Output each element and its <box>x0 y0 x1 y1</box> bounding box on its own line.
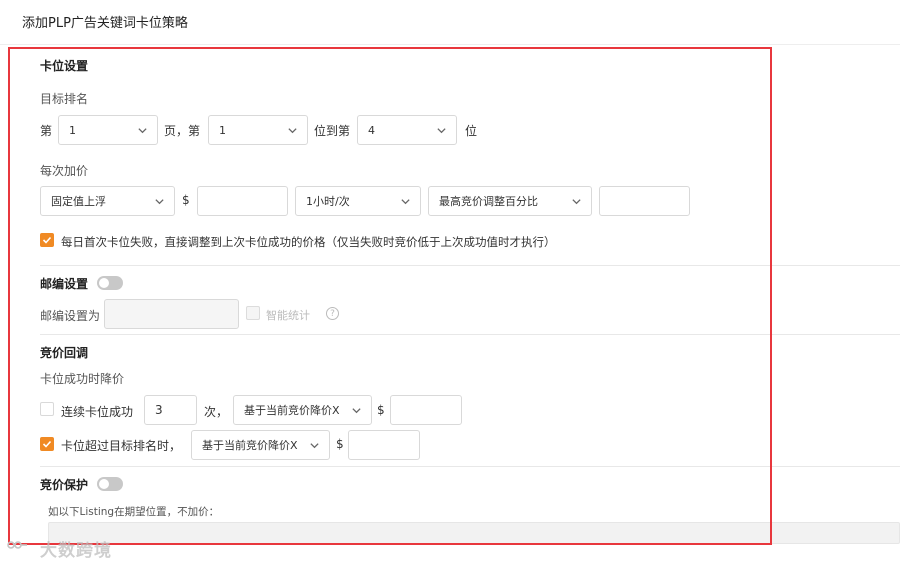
highlight-frame <box>8 47 772 545</box>
watermark-logo <box>7 541 27 549</box>
watermark-text: 大数跨境 <box>40 541 112 561</box>
header-divider <box>0 44 900 45</box>
page-title: 添加PLP广告关键词卡位策略 <box>22 16 188 31</box>
